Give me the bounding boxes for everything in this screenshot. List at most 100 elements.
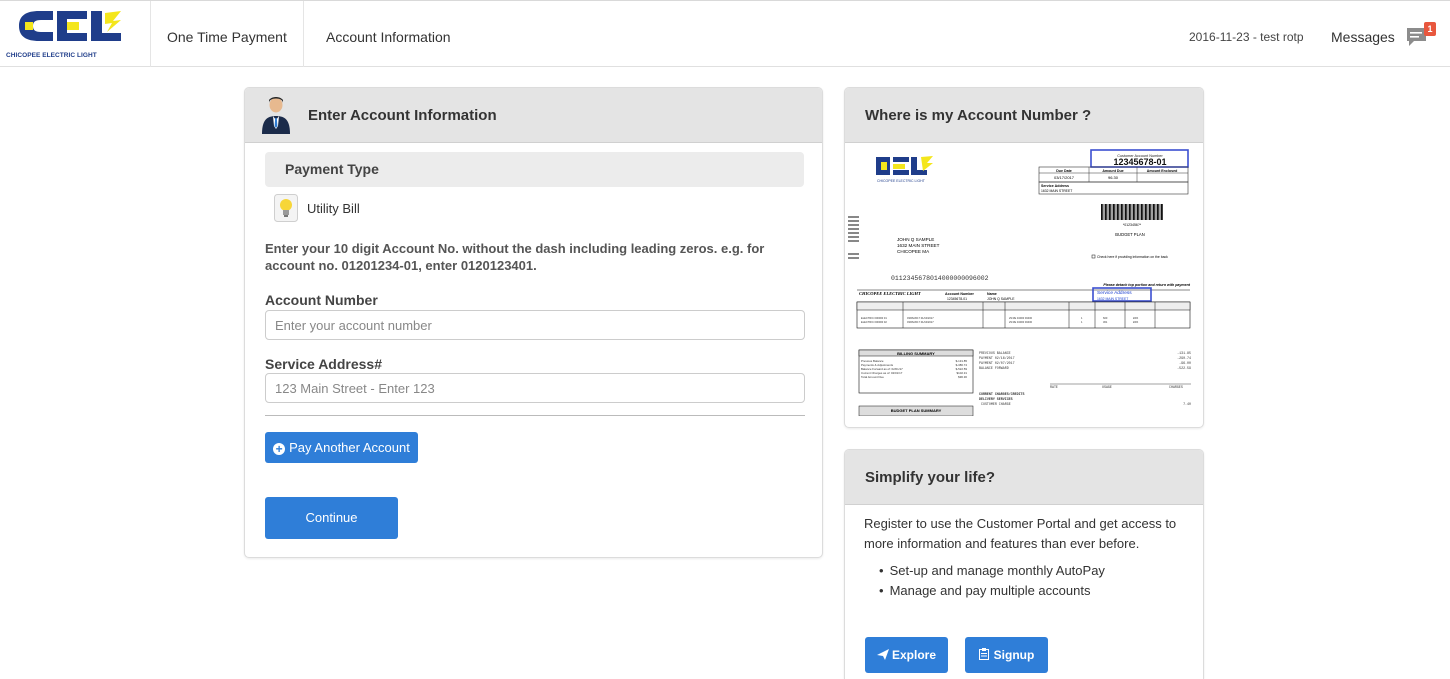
svg-text:1632 MAIN STREET: 1632 MAIN STREET (897, 243, 940, 248)
signup-button[interactable]: Signup (965, 637, 1048, 673)
paper-plane-icon (876, 649, 889, 660)
pay-another-label: Pay Another Account (289, 440, 410, 455)
svg-text:7.40: 7.40 (1183, 402, 1191, 406)
explore-label: Explore (891, 648, 936, 662)
top-navbar: CHICOPEE ELECTRIC LIGHT One Time Payment… (0, 0, 1450, 67)
feature-item: Set-up and manage monthly AutoPay (889, 561, 1105, 581)
simplify-feature-list: Set-up and manage monthly AutoPay Manage… (889, 561, 1105, 601)
simplify-description: Register to use the Customer Portal and … (864, 516, 1177, 551)
svg-text:kWh: kWh (1133, 316, 1139, 320)
payment-type-bar: Payment Type (265, 152, 804, 187)
svg-text:kWh: kWh (1133, 320, 1139, 324)
svg-text:1: 1 (1081, 320, 1083, 324)
svg-text:CHICOPEE ELECTRIC LIGHT: CHICOPEE ELECTRIC LIGHT (877, 179, 926, 183)
svg-text:CUSTOMER CHARGE: CUSTOMER CHARGE (981, 402, 1011, 406)
svg-text:CHICOPEE ELECTRIC LIGHT: CHICOPEE ELECTRIC LIGHT (859, 291, 921, 296)
svg-text:Account Number: Account Number (945, 292, 975, 296)
svg-text:1632 MAIN STREET: 1632 MAIN STREET (1097, 297, 1128, 301)
barcode (1101, 204, 1163, 220)
account-info-panel: Enter Account Information Payment Type U… (244, 87, 823, 558)
svg-text:JOHN Q SAMPLE: JOHN Q SAMPLE (897, 237, 934, 242)
svg-text:DELIVERY SERVICES: DELIVERY SERVICES (979, 397, 1013, 401)
svg-text:-96.00: -96.00 (1179, 361, 1191, 365)
svg-text:BUDGET PLAN SUMMARY: BUDGET PLAN SUMMARY (891, 408, 942, 413)
account-panel-header: Enter Account Information (245, 88, 822, 143)
date-user-label: 2016-11-23 - test rotp (1189, 30, 1304, 44)
payment-type-utility-bill[interactable]: Utility Bill (307, 201, 360, 216)
account-number-label: Account Number (265, 292, 378, 308)
svg-text:03/06/2017 01/10/2017: 03/06/2017 01/10/2017 (907, 316, 934, 320)
simplify-panel-title: Simplify your life? (865, 469, 996, 486)
svg-text:0112345678014000000096002: 0112345678014000000096002 (891, 275, 989, 282)
svg-text:ELECTRIC 000000 02: ELECTRIC 000000 02 (861, 320, 887, 324)
svg-text:12345678-01: 12345678-01 (947, 297, 967, 301)
svg-text:Please detach top portion and: Please detach top portion and return wit… (1103, 283, 1190, 287)
svg-text:Check here if providing inform: Check here if providing information on t… (1097, 255, 1168, 259)
account-instructions: Enter your 10 digit Account No. without … (265, 241, 765, 273)
signup-label: Signup (993, 648, 1035, 662)
svg-text:ELECTRIC 000000 01: ELECTRIC 000000 01 (861, 316, 887, 320)
svg-text:Service Address: Service Address (1097, 290, 1132, 296)
svg-text:Amount Enclosed: Amount Enclosed (1147, 169, 1178, 173)
svg-text:Total Amount Due: Total Amount Due (861, 375, 884, 379)
svg-text:Amount Due: Amount Due (1102, 169, 1123, 173)
sample-bill-image: CHICOPEE ELECTRIC LIGHT Customer Account… (845, 144, 1203, 416)
account-number-input[interactable] (265, 310, 805, 340)
svg-text:RATE: RATE (1050, 385, 1058, 389)
svg-text:301: 301 (1103, 320, 1108, 324)
svg-text:PAYMENT 02/16/2017: PAYMENT 02/16/2017 (979, 356, 1015, 360)
pay-another-account-button[interactable]: + Pay Another Account (265, 432, 418, 463)
svg-text:*0123456?*: *0123456?* (1123, 223, 1142, 227)
svg-text:29 RE 04000 03400: 29 RE 04000 03400 (1009, 320, 1033, 324)
bill-logo: CHICOPEE ELECTRIC LIGHT (876, 156, 933, 183)
simplify-panel-header: Simplify your life? (845, 450, 1203, 505)
svg-text:-131.85: -131.85 (1177, 351, 1191, 355)
svg-text:96.30: 96.30 (1108, 175, 1119, 180)
messages-count-badge: 1 (1424, 22, 1436, 36)
svg-text:CHARGES: CHARGES (1169, 385, 1183, 389)
where-account-number-panel: Where is my Account Number ? CHICOPEE EL… (844, 87, 1204, 428)
svg-text:1: 1 (1081, 316, 1083, 320)
svg-text:Due Date: Due Date (1056, 169, 1072, 173)
svg-text:BILLING SUMMARY: BILLING SUMMARY (897, 351, 935, 356)
svg-text:BUDGET PLAN: BUDGET PLAN (1115, 232, 1144, 237)
svg-text:03/17/2017: 03/17/2017 (1054, 175, 1075, 180)
svg-text:Service Address: Service Address (1041, 184, 1069, 188)
clipboard-icon (978, 648, 989, 660)
logo-brand-text: CHICOPEE ELECTRIC LIGHT (6, 52, 97, 59)
service-address-label: Service Address# (265, 356, 382, 372)
payment-type-label: Payment Type (285, 161, 379, 177)
svg-text:BALANCE FORWARD: BALANCE FORWARD (979, 366, 1009, 370)
svg-text:CURRENT CHARGES/CREDITS: CURRENT CHARGES/CREDITS (979, 392, 1025, 396)
svg-text:$96.30: $96.30 (958, 375, 967, 379)
feature-item: Manage and pay multiple accounts (889, 581, 1105, 601)
explore-button[interactable]: Explore (865, 637, 948, 673)
svg-text:600: 600 (1103, 316, 1108, 320)
svg-text:29 RE 04000 03400: 29 RE 04000 03400 (1009, 316, 1033, 320)
nav-account-information[interactable]: Account Information (310, 1, 467, 67)
simplify-panel: Simplify your life? Register to use the … (844, 449, 1204, 679)
svg-text:Name: Name (987, 292, 997, 296)
svg-text:JOHN Q SAMPLE: JOHN Q SAMPLE (987, 297, 1015, 301)
svg-text:-522.59: -522.59 (1177, 366, 1191, 370)
account-panel-title: Enter Account Information (308, 107, 497, 124)
continue-button[interactable]: Continue (265, 497, 398, 539)
svg-text:CHICOPEE MA: CHICOPEE MA (897, 249, 930, 254)
lightbulb-icon[interactable] (274, 194, 298, 222)
where-panel-title: Where is my Account Number ? (865, 107, 1092, 124)
svg-text:USAGE: USAGE (1102, 385, 1112, 389)
bill-account-number: 12345678-01 (1113, 157, 1166, 167)
svg-text:1632 MAIN STREET: 1632 MAIN STREET (1041, 189, 1072, 193)
cel-logo (17, 11, 125, 41)
form-divider (265, 415, 805, 416)
svg-text:-290.74: -290.74 (1177, 356, 1191, 360)
nav-one-time-payment[interactable]: One Time Payment (151, 1, 304, 67)
svg-text:03/06/2017 01/10/2017: 03/06/2017 01/10/2017 (907, 320, 934, 324)
service-address-input[interactable] (265, 373, 805, 403)
company-logo[interactable]: CHICOPEE ELECTRIC LIGHT (0, 1, 151, 67)
plus-circle-icon: + (273, 443, 286, 455)
where-panel-header: Where is my Account Number ? (845, 88, 1203, 143)
messages-link[interactable]: Messages (1331, 1, 1395, 74)
svg-text:PAYMENT 02/07/2017: PAYMENT 02/07/2017 (979, 361, 1015, 365)
person-icon (262, 97, 290, 134)
